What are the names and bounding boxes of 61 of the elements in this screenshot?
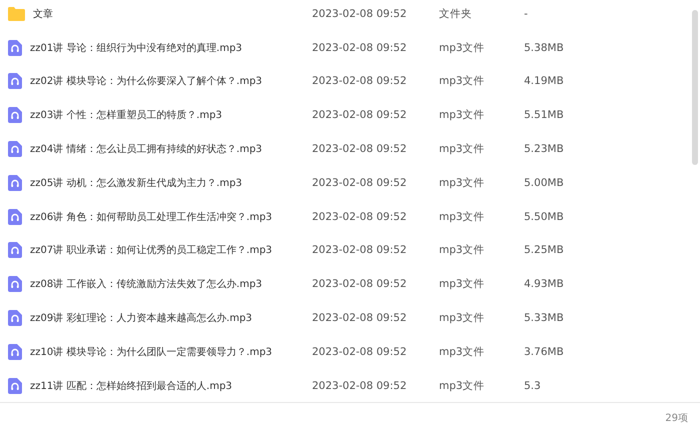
audio-file-icon [8,73,22,90]
audio-file-icon [8,344,22,360]
file-size: 5.51MB [524,109,564,122]
file-size: 5.25MB [524,244,564,256]
file-type: mp3文件 [439,277,486,292]
file-name[interactable]: zz09讲 彩虹理论：人力资本越来越高怎么办.mp3 [30,311,252,326]
modified-date: 2023-02-08 09:52 [312,278,408,290]
file-size: 4.93MB [524,278,564,290]
file-name[interactable]: zz07讲 职业承诺：如何让优秀的员工稳定工作？.mp3 [30,243,272,258]
modified-date: 2023-02-08 09:52 [312,75,408,88]
audio-file-icon [8,310,22,326]
file-name[interactable]: zz08讲 工作嵌入：传统激励方法失效了怎么办.mp3 [30,277,262,292]
audio-file-icon [8,208,22,225]
file-name[interactable]: zz10讲 模块导论：为什么团队一定需要领导力？.mp3 [30,344,272,359]
file-size: 5.00MB [524,176,564,189]
file-type: mp3文件 [439,311,486,326]
file-type: mp3文件 [439,142,486,156]
file-type: mp3文件 [439,378,486,393]
file-type: mp3文件 [439,176,486,190]
modified-date: 2023-02-08 09:52 [312,8,408,20]
file-name[interactable]: zz03讲 个性：怎样重塑员工的特质？.mp3 [30,108,222,122]
file-type: mp3文件 [439,74,486,88]
file-name[interactable]: 文章 [33,6,53,21]
modified-date: 2023-02-08 09:52 [312,176,408,189]
audio-file-icon [8,141,22,158]
audio-file-icon [8,276,22,292]
file-size: - [524,8,528,20]
audio-file-icon [8,107,22,124]
modified-date: 2023-02-08 09:52 [312,244,408,256]
folder-icon [8,6,25,21]
audio-file-icon [8,174,22,191]
item-count: 29项 [665,412,688,425]
audio-file-icon [8,40,22,56]
file-name[interactable]: zz06讲 角色：如何帮助员工处理工作生活冲突？.mp3 [30,210,272,224]
file-name[interactable]: zz05讲 动机：怎么激发新生代成为主力？.mp3 [30,176,242,190]
modified-date: 2023-02-08 09:52 [312,210,408,223]
file-type: mp3文件 [439,40,486,55]
modified-date: 2023-02-08 09:52 [312,109,408,122]
file-name[interactable]: zz01讲 导论：组织行为中没有绝对的真理.mp3 [30,40,242,55]
file-size: 3.76MB [524,346,564,358]
file-name[interactable]: zz04讲 情绪：怎么让员工拥有持续的好状态？.mp3 [30,142,262,156]
file-size: 5.38MB [524,42,564,54]
file-name[interactable]: zz02讲 模块导论：为什么你要深入了解个体？.mp3 [30,74,262,88]
audio-file-icon [8,242,22,258]
modified-date: 2023-02-08 09:52 [312,346,408,358]
file-size: 5.23MB [524,143,564,156]
audio-file-icon [8,378,22,394]
file-type: mp3文件 [439,210,486,224]
file-type: mp3文件 [439,243,486,258]
file-type: mp3文件 [439,344,486,359]
file-type: mp3文件 [439,108,486,122]
modified-date: 2023-02-08 09:52 [312,312,408,324]
file-size: 5.3 [524,380,541,392]
modified-date: 2023-02-08 09:52 [312,42,408,54]
file-name[interactable]: zz11讲 匹配：怎样始终招到最合适的人.mp3 [30,378,232,393]
file-type: 文件夹 [439,6,473,21]
file-size: 4.19MB [524,75,564,88]
modified-date: 2023-02-08 09:52 [312,380,408,392]
modified-date: 2023-02-08 09:52 [312,143,408,156]
file-size: 5.33MB [524,312,564,324]
file-size: 5.50MB [524,210,564,223]
